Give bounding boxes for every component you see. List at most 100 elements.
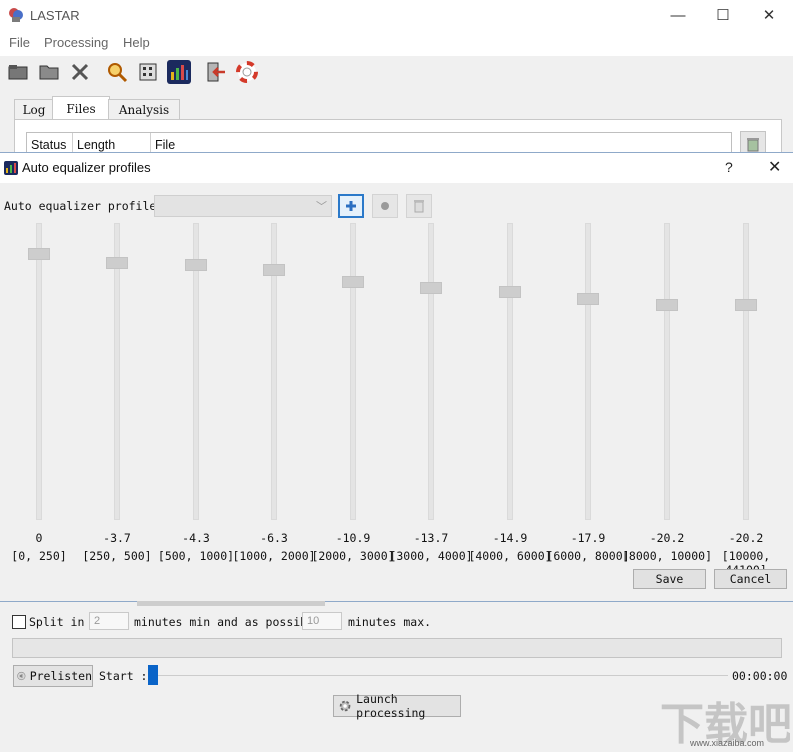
prelisten-label: Prelisten xyxy=(29,669,92,683)
toolbar xyxy=(0,56,793,88)
trash-icon xyxy=(747,138,759,152)
edit-profile-button[interactable] xyxy=(372,194,398,218)
eq-band-value: -3.7 xyxy=(103,531,131,545)
folder-icon[interactable] xyxy=(36,59,62,85)
eq-slider-track[interactable] xyxy=(428,223,434,520)
close-window-button[interactable]: ✕ xyxy=(746,0,792,30)
cancel-button[interactable]: Cancel xyxy=(714,569,787,589)
equalizer-icon[interactable] xyxy=(166,59,192,85)
tab-analysis-label: Analysis xyxy=(118,103,170,117)
delete-profile-button[interactable] xyxy=(406,194,432,218)
tab-files[interactable]: Files xyxy=(52,96,110,121)
minimize-button[interactable]: — xyxy=(655,0,701,30)
add-profile-button[interactable] xyxy=(338,194,364,218)
start-label: Start : xyxy=(99,669,148,683)
eq-slider-handle[interactable] xyxy=(106,257,128,270)
profile-label: Auto equalizer profile : xyxy=(4,199,171,213)
main-titlebar: LASTAR — ☐ ✕ xyxy=(0,0,793,30)
column-length[interactable]: Length xyxy=(77,138,115,152)
split-label: Split in xyxy=(29,615,85,629)
min-minutes-input[interactable]: 2 xyxy=(89,612,129,630)
progress-bar xyxy=(12,638,782,658)
split-checkbox[interactable] xyxy=(12,615,26,629)
cancel-button-label: Cancel xyxy=(729,572,772,586)
maximize-button[interactable]: ☐ xyxy=(700,0,746,30)
eq-band-range: [3000, 4000] xyxy=(389,549,473,563)
eq-slider-track[interactable] xyxy=(585,223,591,520)
prelisten-button[interactable]: Prelisten xyxy=(13,665,93,687)
profile-select[interactable]: ﹀ xyxy=(154,195,332,217)
tab-files-label: Files xyxy=(66,102,96,116)
eq-slider-handle[interactable] xyxy=(263,263,285,276)
save-button[interactable]: Save xyxy=(633,569,706,589)
eq-band-range: [6000, 8000] xyxy=(546,549,630,563)
eq-slider-track[interactable] xyxy=(664,223,670,520)
position-slider-thumb[interactable] xyxy=(148,665,158,685)
eq-slider-handle[interactable] xyxy=(577,293,599,306)
eq-band-range: [500, 1000] xyxy=(157,549,235,563)
close-x-icon[interactable] xyxy=(67,59,93,85)
eq-slider-handle[interactable] xyxy=(28,248,50,260)
eq-band-value: -13.7 xyxy=(413,531,449,545)
calculator-icon[interactable] xyxy=(135,59,161,85)
menu-processing[interactable]: Processing xyxy=(44,35,108,50)
tab-log[interactable]: Log xyxy=(14,99,54,120)
tab-analysis[interactable]: Analysis xyxy=(108,99,180,120)
menu-file[interactable]: File xyxy=(9,35,30,50)
eq-slider-track[interactable] xyxy=(507,223,513,520)
dialog-close-button[interactable]: ✕ xyxy=(768,157,781,177)
eq-band-range: [4000, 6000] xyxy=(468,549,552,563)
gear-icon xyxy=(339,700,351,712)
column-status[interactable]: Status xyxy=(31,138,66,152)
eq-slider-handle[interactable] xyxy=(499,285,521,298)
dialog-help-button[interactable]: ? xyxy=(725,159,733,175)
dot-icon xyxy=(381,202,389,210)
auto-equalizer-dialog: Auto equalizer profiles ? ✕ Auto equaliz… xyxy=(0,152,793,602)
time-display: 00:00:00 xyxy=(732,669,788,683)
eq-band-value: -10.9 xyxy=(335,531,371,545)
tab-log-label: Log xyxy=(22,103,46,117)
eq-slider-handle[interactable] xyxy=(420,282,442,295)
horizontal-scrollbar[interactable] xyxy=(137,601,325,606)
position-slider-track[interactable] xyxy=(150,675,728,676)
app-logo-icon xyxy=(9,8,23,22)
eq-band-value: -4.3 xyxy=(182,531,210,545)
eq-slider-handle[interactable] xyxy=(185,258,207,271)
eq-band-value: -20.2 xyxy=(728,531,764,545)
dialog-title: Auto equalizer profiles xyxy=(22,160,151,175)
exit-icon[interactable] xyxy=(203,59,229,85)
eq-band-value: -20.2 xyxy=(649,531,685,545)
eq-band-range: [2000, 3000] xyxy=(311,549,395,563)
eq-slider-track[interactable] xyxy=(350,223,356,520)
max-minutes-label: minutes max. xyxy=(348,615,432,629)
eq-slider-handle[interactable] xyxy=(656,298,678,311)
eq-slider-handle[interactable] xyxy=(342,275,364,288)
eq-slider-track[interactable] xyxy=(36,223,42,520)
watermark-url: www.xiazaiba.com xyxy=(690,738,765,748)
save-button-label: Save xyxy=(655,572,684,586)
chevron-down-icon: ﹀ xyxy=(316,201,327,213)
open-folder-icon[interactable] xyxy=(5,59,31,85)
eq-band-range: [1000, 2000] xyxy=(232,549,316,563)
max-minutes-input[interactable]: 10 xyxy=(302,612,342,630)
eq-band-value: -6.3 xyxy=(260,531,288,545)
eq-slider-track[interactable] xyxy=(743,223,749,520)
trash-icon xyxy=(414,200,424,213)
launch-label: Launch processing xyxy=(356,692,426,720)
min-minutes-label: minutes min and as possible xyxy=(134,615,321,629)
equalizer-icon xyxy=(4,161,18,175)
help-lifebuoy-icon[interactable] xyxy=(234,59,260,85)
eq-slider-handle[interactable] xyxy=(735,298,757,311)
speaker-icon xyxy=(17,671,26,681)
search-icon[interactable] xyxy=(104,59,130,85)
eq-band-value: -14.9 xyxy=(492,531,528,545)
eq-band-value: -17.9 xyxy=(570,531,606,545)
eq-band-range: [250, 500] xyxy=(82,549,152,563)
menu-help[interactable]: Help xyxy=(123,35,150,50)
menubar: File Processing Help xyxy=(0,30,793,54)
column-file[interactable]: File xyxy=(155,138,175,152)
dialog-titlebar: Auto equalizer profiles ? ✕ xyxy=(0,153,793,183)
app-title: LASTAR xyxy=(30,8,80,23)
launch-processing-button[interactable]: Launch processing xyxy=(333,692,461,720)
plus-icon xyxy=(346,201,356,211)
